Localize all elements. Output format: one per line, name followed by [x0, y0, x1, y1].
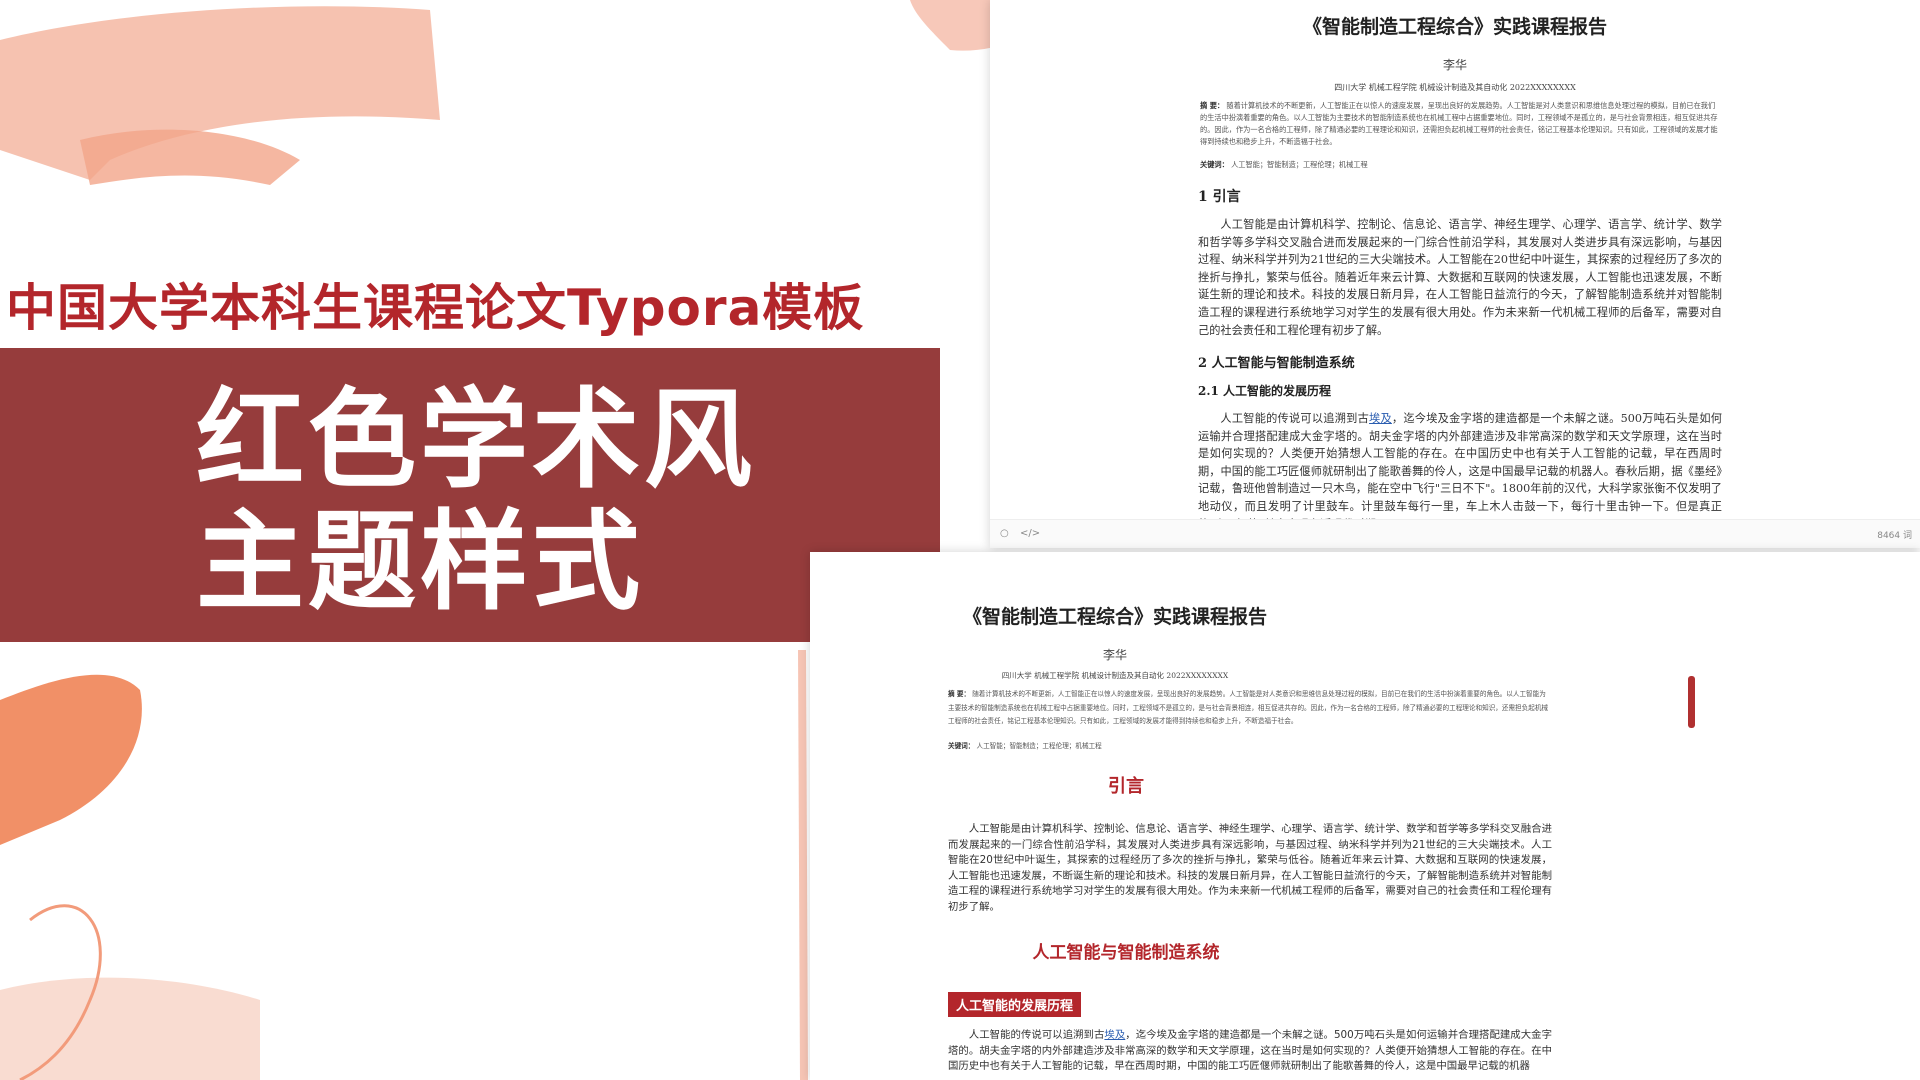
keywords-text: 人工智能；智能制造；工程伦理；机械工程: [1231, 160, 1368, 169]
subheading-ai-history: 2.1 人工智能的发展历程: [1198, 384, 1332, 398]
keywords-text: 人工智能；智能制造；工程伦理；机械工程: [976, 742, 1102, 750]
doc-keywords: 关键词： 人工智能；智能制造；工程伦理；机械工程: [948, 740, 1102, 750]
doc-author: 李华: [1102, 648, 1127, 662]
doc-abstract: 摘 要： 随着计算机技术的不断更新，人工智能正在以惊人的速度发展，呈现出良好的发…: [948, 688, 1550, 729]
doc-keywords: 关键词： 人工智能；智能制造；工程伦理；机械工程: [1200, 160, 1368, 170]
egypt-link[interactable]: 埃及: [1104, 1029, 1125, 1041]
editor-status-bar: ○ </> 8464 词: [990, 519, 1920, 548]
abstract-text: 随着计算机技术的不断更新，人工智能正在以惊人的速度发展，呈现出良好的发展趋势。人…: [1200, 101, 1718, 146]
abstract-text: 随着计算机技术的不断更新，人工智能正在以惊人的速度发展，呈现出良好的发展趋势。人…: [948, 690, 1549, 725]
egypt-link[interactable]: 埃及: [1369, 412, 1392, 425]
source-code-icon[interactable]: </>: [1020, 528, 1040, 539]
brush-stroke-left-orange: [0, 674, 142, 845]
paragraph-ai-history: 人工智能的传说可以追溯到古埃及，迄今埃及金字塔的建造都是一个未解之谜。500万吨…: [948, 1028, 1552, 1075]
scrollbar-thumb[interactable]: [1688, 676, 1695, 728]
brush-stroke-top-left-2: [80, 129, 300, 185]
heading-ai-systems: 人工智能与智能制造系统: [1032, 943, 1220, 963]
promo-red-panel: 红色学术风 主题样式: [0, 348, 940, 642]
paragraph-intro: 人工智能是由计算机科学、控制论、信息论、语言学、神经生理学、心理学、语言学、统计…: [1198, 218, 1722, 337]
doc-author: 李华: [1442, 58, 1467, 72]
keywords-label: 关键词：: [1200, 160, 1229, 169]
history-text-post: ，迄今埃及金字塔的建造都是一个未解之谜。500万吨石头是如何运输并合理搭配建成大…: [1198, 412, 1722, 531]
history-text-pre: 人工智能的传说可以追溯到古: [1220, 412, 1370, 425]
paragraph-intro: 人工智能是由计算机科学、控制论、信息论、语言学、神经生理学、心理学、语言学、统计…: [948, 823, 1552, 913]
promo-panel-line2: 主题样式: [196, 499, 645, 625]
doc-abstract: 摘 要： 随着计算机技术的不断更新，人工智能正在以惊人的速度发展，呈现出良好的发…: [1200, 100, 1720, 148]
history-text-pre: 人工智能的传说可以追溯到古: [968, 1029, 1105, 1041]
brush-stroke-top-left: [0, 6, 440, 180]
sidebar-toggle-icon[interactable]: ○: [1000, 528, 1009, 539]
promo-panel-line1: 红色学术风: [196, 377, 757, 503]
heading-ai-systems: 2 人工智能与智能制造系统: [1198, 356, 1355, 371]
heading-intro: 1 引言: [1198, 189, 1241, 205]
doc-affiliation: 四川大学 机械工程学院 机械设计制造及其自动化 2022XXXXXXXX: [1001, 671, 1229, 680]
doc-affiliation: 四川大学 机械工程学院 机械设计制造及其自动化 2022XXXXXXXX: [1334, 83, 1576, 92]
subheading-ai-history: 人工智能的发展历程: [948, 992, 1082, 1017]
abstract-label: 摘 要：: [948, 690, 971, 698]
promo-headline: 中国大学本科生课程论文Typora模板: [6, 279, 865, 337]
brush-stroke-bottom-swirl: [19, 904, 102, 1080]
heading-intro: 引言: [1108, 776, 1144, 797]
paragraph-ai-history: 人工智能的传说可以追溯到古埃及，迄今埃及金字塔的建造都是一个未解之谜。500万吨…: [1198, 410, 1722, 533]
document-preview-red-theme: 《智能制造工程综合》实践课程报告 李华 四川大学 机械工程学院 机械设计制造及其…: [810, 552, 1920, 1080]
document-preview-default: 《智能制造工程综合》实践课程报告 李华 四川大学 机械工程学院 机械设计制造及其…: [990, 0, 1920, 548]
word-count[interactable]: 8464 词: [1877, 528, 1912, 541]
abstract-label: 摘 要：: [1200, 101, 1225, 110]
doc-title: 《智能制造工程综合》实践课程报告: [1302, 16, 1607, 38]
brush-stroke-bottom-left: [0, 977, 260, 1080]
keywords-label: 关键词：: [948, 742, 975, 750]
brush-stroke-left-vertical: [798, 650, 808, 1080]
doc-title: 《智能制造工程综合》实践课程报告: [962, 606, 1267, 628]
